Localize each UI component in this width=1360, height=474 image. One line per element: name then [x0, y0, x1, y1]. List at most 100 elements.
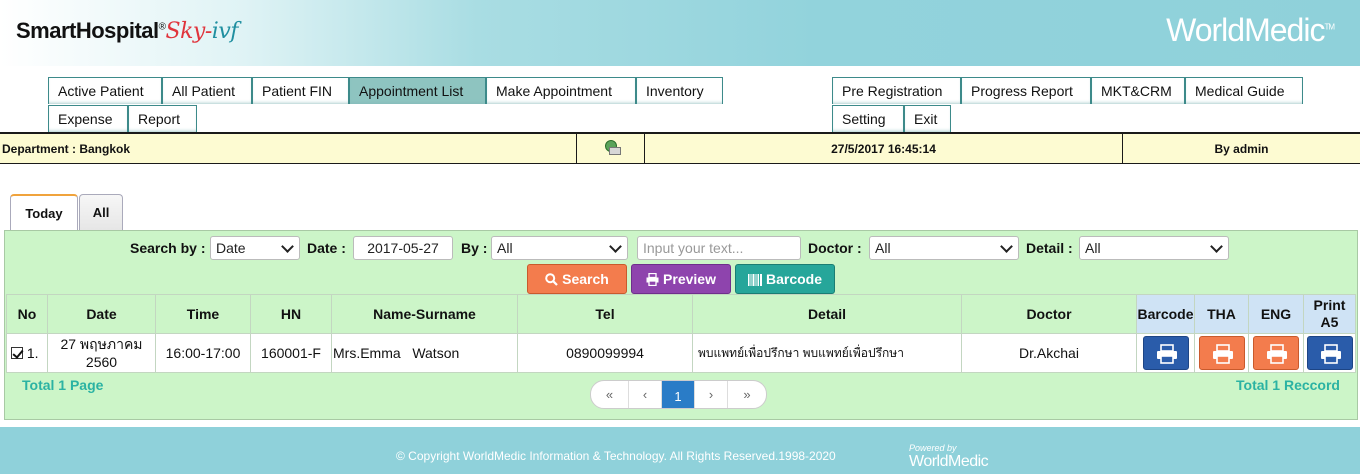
chevron-down-icon [609, 240, 621, 254]
search-text-input[interactable]: Input your text... [637, 236, 801, 260]
chevron-down-icon [281, 240, 293, 254]
menu-appointment-list[interactable]: Appointment List [349, 77, 486, 104]
powered-by-text: Powered by [909, 443, 957, 453]
logo-text: SmartHospital [16, 18, 159, 43]
col-no: No [6, 294, 48, 334]
print-a5-button[interactable] [1306, 336, 1353, 370]
row-print-a5-cell [1303, 333, 1356, 373]
print-icon [1212, 344, 1233, 364]
search-button-label: Search [562, 271, 609, 287]
table-row[interactable]: 1. 27 พฤษภาคม 2560 16:00-17:00 160001-F … [6, 333, 1356, 373]
barcode-button[interactable]: Barcode [735, 264, 835, 294]
next-page-button[interactable]: › [695, 381, 728, 408]
department-label: Department : Bangkok [0, 134, 577, 164]
menu-make-appointment[interactable]: Make Appointment [486, 77, 636, 104]
logo-ivf: ivf [211, 19, 239, 44]
brand-tm: TM [1324, 22, 1335, 32]
preview-button[interactable]: Preview [631, 264, 731, 294]
print-eng-button[interactable] [1253, 336, 1299, 370]
col-time: Time [155, 294, 251, 334]
search-by-label: Search by : [130, 240, 206, 256]
col-tha: THA [1194, 294, 1249, 334]
department-switch[interactable] [577, 134, 645, 164]
prev-page-button[interactable]: ‹ [629, 381, 662, 408]
col-eng: ENG [1248, 294, 1304, 334]
appointment-table: No Date Time HN Name-Surname Tel Detail … [6, 294, 1356, 373]
search-icon [545, 273, 558, 286]
brand-logo: WorldMedicTM [1166, 12, 1335, 49]
current-user: By admin [1214, 142, 1269, 156]
col-doctor: Doctor [961, 294, 1137, 334]
by-label: By : [461, 240, 488, 256]
powered-by-brand: WorldMedic [909, 453, 989, 470]
col-hn: HN [250, 294, 332, 334]
footer: © Copyright WorldMedic Information & Tec… [0, 427, 1360, 474]
menu-active-patient[interactable]: Active Patient [48, 77, 162, 104]
menu-mkt-crm[interactable]: MKT&CRM [1091, 77, 1185, 104]
brand-text: WorldMedic [1166, 12, 1325, 48]
menu-setting[interactable]: Setting [832, 105, 904, 132]
col-detail: Detail [692, 294, 962, 334]
menu-all-patient[interactable]: All Patient [162, 77, 252, 104]
first-page-button[interactable]: « [591, 381, 629, 408]
menu-exit[interactable]: Exit [904, 105, 951, 132]
row-barcode-cell [1136, 333, 1195, 373]
menu-inventory[interactable]: Inventory [636, 77, 723, 104]
menu-pre-registration[interactable]: Pre Registration [832, 77, 961, 104]
search-by-select[interactable]: Date [210, 236, 300, 260]
doctor-select[interactable]: All [869, 236, 1019, 260]
header-banner: SmartHospital®Sky-ivf WorldMedicTM [0, 0, 1360, 66]
print-icon [1267, 344, 1287, 364]
tab-today[interactable]: Today [10, 194, 78, 231]
by-select[interactable]: All [491, 236, 628, 260]
print-icon [1320, 344, 1341, 364]
print-icon [1156, 344, 1177, 364]
doctor-value: All [875, 240, 891, 256]
last-page-button[interactable]: » [728, 381, 766, 408]
app-logo: SmartHospital®Sky-ivf [16, 18, 238, 44]
logo-registered: ® [158, 21, 166, 33]
search-by-value: Date [216, 240, 246, 256]
detail-value: All [1085, 240, 1101, 256]
page-1-button[interactable]: 1 [662, 381, 695, 408]
menu-medical-guide[interactable]: Medical Guide [1185, 77, 1303, 104]
powered-by-logo: Powered by WorldMedic [909, 443, 989, 471]
switch-department-icon[interactable] [603, 140, 621, 155]
row-tel: 0890099994 [517, 333, 693, 373]
preview-button-label: Preview [663, 271, 716, 287]
tab-all[interactable]: All [79, 194, 123, 230]
barcode-icon [747, 274, 762, 286]
doctor-label: Doctor : [808, 240, 862, 256]
by-value: All [497, 240, 513, 256]
row-hn: 160001-F [250, 333, 332, 373]
col-barcode: Barcode [1136, 294, 1195, 334]
row-doctor: Dr.Akchai [961, 333, 1137, 373]
row-tha-cell [1194, 333, 1249, 373]
menu-expense[interactable]: Expense [48, 105, 128, 132]
date-input[interactable]: 2017-05-27 [353, 236, 453, 260]
print-barcode-button[interactable] [1142, 336, 1189, 370]
menu-report[interactable]: Report [128, 105, 197, 132]
col-name-surname: Name-Surname [331, 294, 518, 334]
col-print-a5: Print A5 [1303, 294, 1356, 334]
chevron-down-icon [1210, 240, 1222, 254]
pagination: « ‹ 1 › » [590, 380, 767, 409]
detail-label: Detail : [1026, 240, 1073, 256]
search-button[interactable]: Search [527, 264, 627, 294]
print-icon [646, 273, 659, 286]
col-tel: Tel [517, 294, 693, 334]
row-detail: พบแพทย์เพื่อปรึกษา พบแพทย์เพื่อปรึกษา [692, 333, 962, 373]
row-date: 27 พฤษภาคม 2560 [47, 333, 156, 373]
detail-select[interactable]: All [1079, 236, 1229, 260]
total-record: Total 1 Reccord [1236, 377, 1340, 393]
row-no-cell[interactable]: 1. [6, 333, 48, 373]
menu-progress-report[interactable]: Progress Report [961, 77, 1091, 104]
row-eng-cell [1248, 333, 1304, 373]
menu-patient-fin[interactable]: Patient FIN [252, 77, 349, 104]
date-label: Date : [307, 240, 346, 256]
total-page: Total 1 Page [22, 377, 104, 393]
copyright-text: © Copyright WorldMedic Information & Tec… [396, 449, 836, 463]
row-checkbox[interactable] [11, 347, 23, 359]
row-time: 16:00-17:00 [155, 333, 251, 373]
print-tha-button[interactable] [1198, 336, 1245, 370]
